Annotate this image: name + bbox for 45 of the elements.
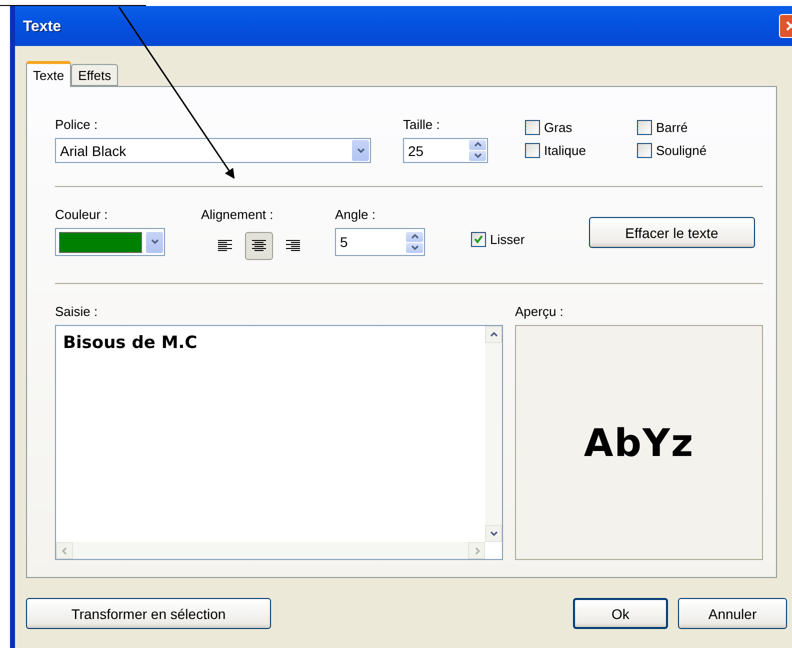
convert-button[interactable]: Transformer en sélection <box>26 598 271 629</box>
checkbox[interactable] <box>525 143 540 158</box>
font-dropdown[interactable]: Arial Black <box>55 138 371 163</box>
horizontal-scrollbar[interactable] <box>56 542 485 559</box>
chevron-down-icon <box>356 146 366 156</box>
checkbox-label: Lisser <box>490 232 525 247</box>
field-label: Alignement : <box>201 207 274 223</box>
field-label: Angle : <box>335 207 376 223</box>
field-label: Aperçu : <box>515 304 564 320</box>
window-title: Texte <box>23 18 62 34</box>
chevron-up-icon <box>488 330 498 340</box>
cancel-button[interactable]: Annuler <box>678 598 787 629</box>
checkbox[interactable] <box>637 120 652 135</box>
ok-button[interactable]: Ok <box>573 598 668 629</box>
field-label: Police : <box>55 117 99 133</box>
vertical-scrollbar[interactable] <box>485 326 502 542</box>
align-left-icon <box>217 239 233 253</box>
align-button[interactable] <box>245 232 273 260</box>
align-center-icon <box>251 239 267 253</box>
chevron-left-icon <box>60 546 70 556</box>
field-label: Saisie : <box>55 304 99 320</box>
chevron-up-icon <box>410 232 420 242</box>
checkbox[interactable] <box>637 143 652 158</box>
checkbox[interactable] <box>471 232 486 247</box>
checkbox-label: Italique <box>544 143 586 158</box>
size-spinbox[interactable]: 25 <box>403 138 488 163</box>
field-label: Couleur : <box>55 207 109 223</box>
align-right-icon <box>285 239 301 253</box>
chevron-down-icon <box>472 151 482 161</box>
chevron-down-icon <box>150 237 160 247</box>
checkbox-label: Barré <box>656 120 688 135</box>
field-label: Taille : <box>403 117 441 133</box>
tab[interactable]: Texte <box>26 61 72 87</box>
preview-text: AbYz <box>584 420 694 464</box>
text-input-area[interactable]: Bisous de M.C <box>55 325 503 560</box>
chevron-down-icon <box>488 528 498 538</box>
checkbox[interactable] <box>525 120 540 135</box>
input-text: Bisous de M.C <box>62 332 198 355</box>
color-dropdown[interactable] <box>55 228 165 256</box>
checkbox-label: Souligné <box>656 143 707 158</box>
checkbox-label: Gras <box>544 120 572 135</box>
chevron-down-icon <box>410 242 420 252</box>
angle-spinbox[interactable]: 5 <box>335 228 425 256</box>
clear-text-button[interactable]: Effacer le texte <box>588 217 755 248</box>
tab[interactable]: Effets <box>71 64 118 86</box>
